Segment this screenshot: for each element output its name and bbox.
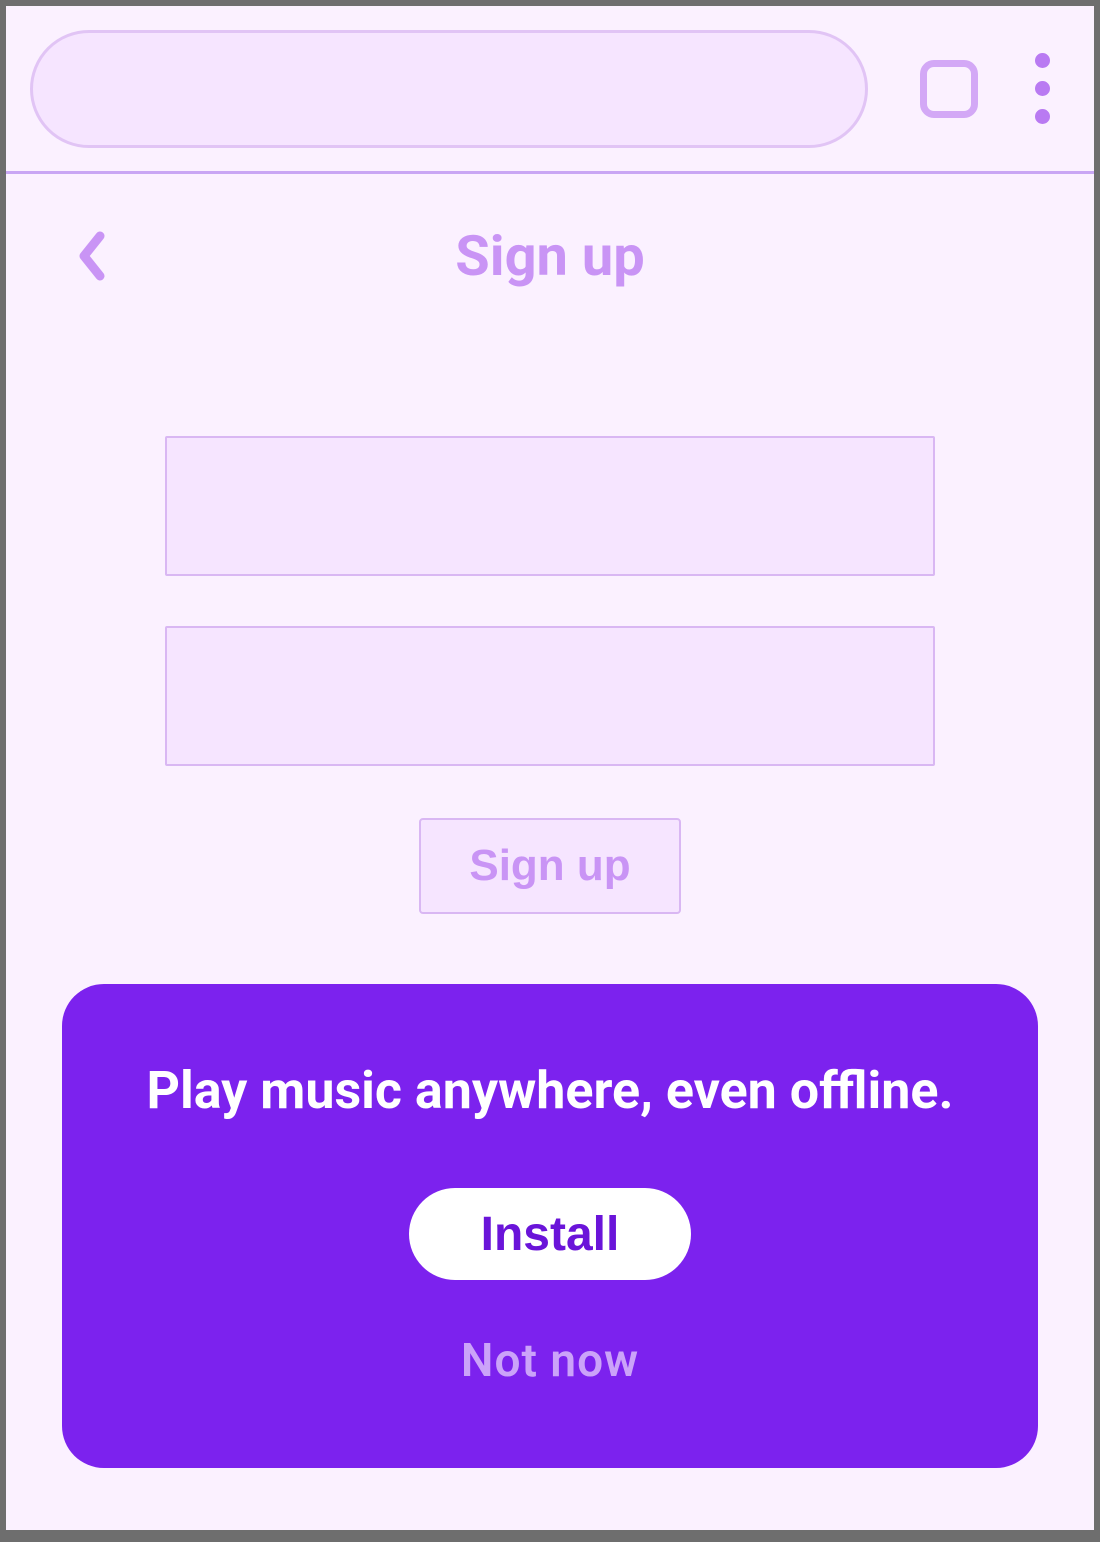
browser-toolbar [6,6,1094,174]
chevron-left-icon [74,228,110,284]
content-area: Sign up Sign up [6,186,1094,962]
signup-field-1[interactable] [165,436,935,576]
signup-form: Sign up [72,436,1028,914]
more-vert-icon [1035,81,1050,96]
page-title: Sign up [455,223,644,289]
viewport: Sign up Sign up Play music anywhere, eve… [6,6,1094,1530]
signup-button[interactable]: Sign up [419,818,680,914]
signup-field-2[interactable] [165,626,935,766]
more-vert-icon [1035,109,1050,124]
dismiss-install-button[interactable]: Not now [122,1334,978,1388]
tabs-button[interactable] [920,60,978,118]
more-vert-icon [1035,53,1050,68]
page-header: Sign up [72,186,1028,326]
overflow-menu-button[interactable] [1020,53,1064,124]
install-button[interactable]: Install [409,1188,692,1280]
install-prompt-title: Play music anywhere, even offline. [122,1056,978,1126]
install-prompt: Play music anywhere, even offline. Insta… [62,984,1038,1468]
back-button[interactable] [74,228,110,284]
url-input[interactable] [30,30,868,148]
